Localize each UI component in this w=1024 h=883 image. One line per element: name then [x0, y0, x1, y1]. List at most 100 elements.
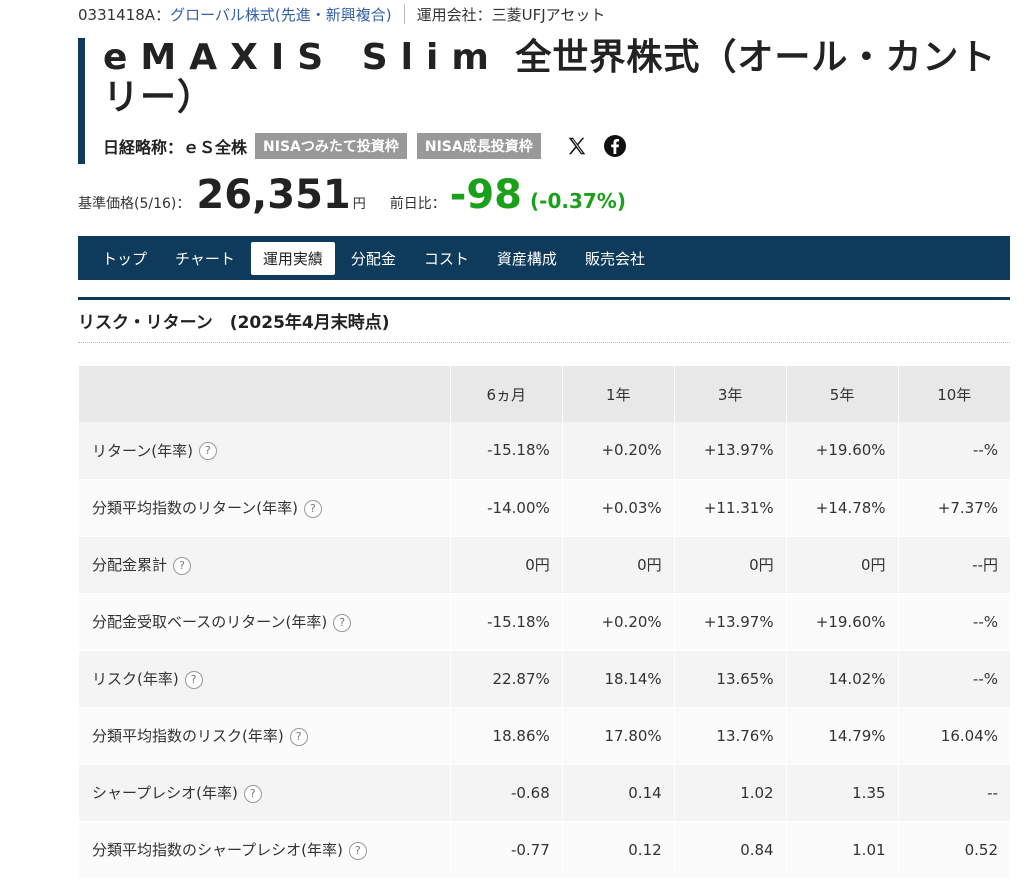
table-cell: +0.20%: [561, 593, 675, 651]
row-label: 分類平均指数のリスク(年率)?: [78, 707, 451, 765]
header-3y: 3年: [673, 366, 787, 422]
row-label-text: リターン(年率): [92, 441, 193, 460]
tab-chart[interactable]: チャート: [163, 242, 247, 275]
help-icon[interactable]: ?: [303, 499, 322, 518]
tab-top[interactable]: トップ: [90, 242, 159, 275]
table-cell: +11.31%: [673, 479, 787, 537]
table-cell: --: [897, 764, 1010, 822]
help-icon[interactable]: ?: [348, 841, 367, 860]
header-6m: 6ヵ月: [449, 366, 563, 422]
table-cell: +13.97%: [673, 422, 787, 480]
table-cell: -15.18%: [449, 593, 563, 651]
table-cell: +0.03%: [561, 479, 675, 537]
facebook-icon[interactable]: [603, 134, 627, 158]
tab-performance[interactable]: 運用実績: [250, 241, 335, 275]
row-label-text: 分類平均指数のリスク(年率): [92, 727, 284, 745]
table-cell: 18.14%: [561, 650, 675, 708]
row-label-text: 分類平均指数のシャープレシオ(年率): [92, 841, 343, 859]
tab-asset-allocation[interactable]: 資産構成: [485, 242, 569, 275]
base-price-label: 基準価格(5/16)：: [78, 196, 191, 212]
table-cell: 14.79%: [785, 707, 899, 765]
table-row: 分配金受取ベースのリターン(年率)? -15.18% +0.20% +13.97…: [78, 593, 1010, 651]
table-cell: 0円: [785, 536, 899, 594]
table-cell: +14.78%: [785, 479, 899, 537]
fund-meta-line: 0331418A： グローバル株式(先進・新興複合) 運用会社：三菱UFJアセッ…: [78, 4, 605, 24]
nikkei-nickname: 日経略称：ｅＳ全株: [103, 138, 248, 157]
header-1y: 1年: [561, 366, 675, 422]
table-cell: +19.60%: [785, 593, 899, 651]
row-label: シャープレシオ(年率)?: [78, 764, 451, 822]
section-divider: [78, 342, 1010, 343]
table-row: 分類平均指数のリターン(年率)? -14.00% +0.03% +11.31% …: [78, 479, 1010, 537]
section-title: リスク・リターン (2025年4月末時点): [78, 313, 390, 333]
tab-sellers[interactable]: 販売会社: [573, 242, 657, 275]
row-label: リスク(年率)?: [78, 650, 451, 708]
help-icon[interactable]: ?: [333, 613, 352, 632]
table-cell: 1.35: [785, 764, 899, 822]
table-cell: -0.68: [449, 764, 563, 822]
table-cell: 0.14: [561, 764, 675, 822]
table-cell: 17.80%: [561, 707, 675, 765]
row-label-text: 分配金累計: [92, 556, 168, 574]
table-row: 分配金累計? 0円 0円 0円 0円 --円: [78, 536, 1010, 594]
help-icon[interactable]: ?: [184, 670, 203, 689]
help-icon[interactable]: ?: [173, 556, 192, 575]
table-cell: 1.01: [785, 821, 899, 879]
fund-title-latin: eMAXIS Slim: [103, 37, 502, 78]
section-top-rule: [78, 297, 1010, 300]
table-cell: 1.02: [673, 764, 787, 822]
table-header-row: 6ヵ月 1年 3年 5年 10年: [78, 366, 1010, 422]
table-cell: +19.60%: [785, 422, 899, 480]
table-cell: --円: [897, 536, 1010, 594]
help-icon[interactable]: ?: [289, 727, 308, 746]
table-cell: 18.86%: [449, 707, 563, 765]
table-cell: -15.18%: [449, 422, 563, 480]
x-icon[interactable]: [565, 134, 589, 158]
table-cell: -0.77: [449, 821, 563, 879]
help-icon[interactable]: ?: [243, 784, 262, 803]
table-cell: -14.00%: [449, 479, 563, 537]
table-cell: 14.02%: [785, 650, 899, 708]
base-price-value: 26,351: [196, 172, 351, 218]
row-label: 分配金受取ベースのリターン(年率)?: [78, 593, 451, 651]
table-cell: +0.20%: [561, 422, 675, 480]
table-cell: 13.65%: [673, 650, 787, 708]
management-company: 運用会社：三菱UFJアセット: [416, 5, 606, 24]
table-cell: 0円: [449, 536, 563, 594]
price-row: 基準価格(5/16)： 26,351 円 前日比： -98 (-0.37%): [78, 172, 626, 222]
tab-distribution[interactable]: 分配金: [339, 242, 408, 275]
row-label-text: リスク(年率): [92, 670, 179, 688]
nisa-tsumitate-badge: NISAつみたて投資枠: [255, 133, 407, 159]
tab-cost[interactable]: コスト: [412, 242, 481, 275]
table-cell: 0円: [673, 536, 787, 594]
nickname-row: 日経略称：ｅＳ全株 NISAつみたて投資枠 NISA成長投資枠: [103, 132, 641, 160]
fund-title-block: eMAXIS Slim 全世界株式（オール・カントリー） 日経略称：ｅＳ全株 N…: [78, 38, 998, 164]
table-cell: +13.97%: [673, 593, 787, 651]
table-cell: +7.37%: [897, 479, 1010, 537]
table-cell: 22.87%: [449, 650, 563, 708]
table-cell: 0.52: [897, 821, 1010, 879]
row-label: 分配金累計?: [78, 536, 451, 594]
row-label-text: シャープレシオ(年率): [92, 784, 238, 802]
day-change-percent: (-0.37%): [530, 189, 626, 213]
category-link[interactable]: グローバル株式(先進・新興複合): [170, 4, 392, 25]
fund-code: 0331418A：: [78, 5, 171, 24]
social-share: [565, 134, 641, 158]
nisa-growth-badge: NISA成長投資枠: [416, 133, 541, 159]
table-cell: 0円: [561, 536, 675, 594]
table-cell: 0.84: [673, 821, 787, 879]
table-row: 分類平均指数のリスク(年率)? 18.86% 17.80% 13.76% 14.…: [78, 707, 1010, 765]
table-cell: 16.04%: [897, 707, 1010, 765]
risk-return-table: 6ヵ月 1年 3年 5年 10年 リターン(年率)? -15.18% +0.20…: [78, 366, 1010, 879]
table-cell: 13.76%: [673, 707, 787, 765]
row-label: リターン(年率)?: [78, 422, 451, 480]
fund-title: eMAXIS Slim 全世界株式（オール・カントリー）: [103, 38, 998, 118]
row-label: 分類平均指数のシャープレシオ(年率)?: [78, 821, 451, 879]
row-label-text: 分配金受取ベースのリターン(年率): [92, 613, 328, 631]
help-icon[interactable]: ?: [198, 442, 217, 461]
meta-divider: [403, 4, 405, 24]
table-cell: 0.12: [561, 821, 675, 879]
day-change-value: -98: [449, 172, 523, 218]
table-row: リターン(年率)? -15.18% +0.20% +13.97% +19.60%…: [78, 422, 1010, 480]
base-price-unit: 円: [352, 197, 366, 212]
